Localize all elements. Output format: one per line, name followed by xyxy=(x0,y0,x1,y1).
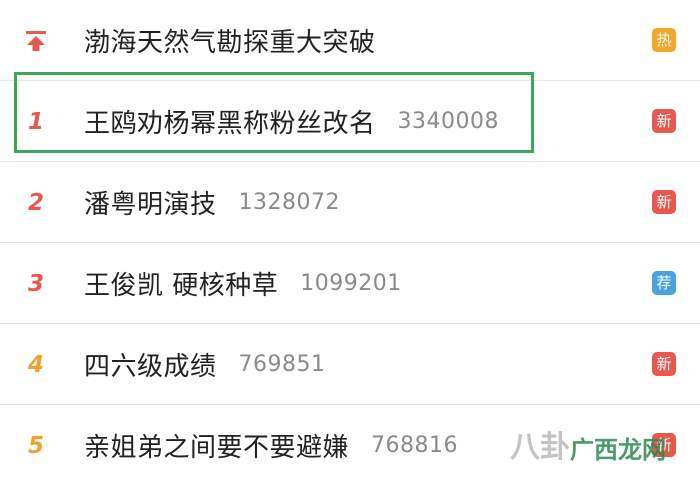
item-title-row: 渤海天然气勘探重大突破 xyxy=(84,0,376,81)
rank-number: 1 xyxy=(27,108,44,135)
item-title-row: 潘粤明演技 1328072 xyxy=(84,162,340,243)
item-title-row: 王鸥劝杨幂黑称粉丝改名 3340008 xyxy=(84,81,499,162)
hot-badge: 热 xyxy=(652,28,676,52)
item-title[interactable]: 渤海天然气勘探重大突破 xyxy=(84,22,376,59)
item-count: 1328072 xyxy=(238,190,340,215)
list-item[interactable]: 渤海天然气勘探重大突破 热 xyxy=(0,0,700,81)
item-count: 1099201 xyxy=(300,271,402,296)
item-title[interactable]: 四六级成绩 xyxy=(84,346,217,383)
new-badge: 新 xyxy=(652,352,676,376)
rank-number: 5 xyxy=(27,432,44,459)
rank-number: 4 xyxy=(27,351,44,378)
item-count: 768816 xyxy=(371,433,458,458)
item-title-row: 亲姐弟之间要不要避嫌 768816 xyxy=(84,405,458,486)
recommend-badge: 荐 xyxy=(652,271,676,295)
rank-number: 3 xyxy=(27,270,44,297)
list-item[interactable]: 4 四六级成绩 769851 新 xyxy=(0,324,700,405)
item-title[interactable]: 王俊凯 硬核种草 xyxy=(84,265,278,302)
list-item[interactable]: 2 潘粤明演技 1328072 新 xyxy=(0,162,700,243)
item-title-row: 王俊凯 硬核种草 1099201 xyxy=(84,243,402,324)
rank-number: 2 xyxy=(27,189,44,216)
new-badge: 新 xyxy=(652,109,676,133)
item-count: 3340008 xyxy=(397,109,499,134)
list-item[interactable]: 5 亲姐弟之间要不要避嫌 768816 新 xyxy=(0,405,700,486)
item-count: 769851 xyxy=(238,352,326,377)
item-title[interactable]: 亲姐弟之间要不要避嫌 xyxy=(84,427,349,464)
item-title[interactable]: 王鸥劝杨幂黑称粉丝改名 xyxy=(84,103,376,140)
pin-top-icon xyxy=(18,0,54,81)
new-badge: 新 xyxy=(652,433,676,457)
new-badge: 新 xyxy=(652,190,676,214)
hot-search-list: 渤海天然气勘探重大突破 热 1 王鸥劝杨幂黑称粉丝改名 3340008 新 2 … xyxy=(0,0,700,486)
item-title-row: 四六级成绩 769851 xyxy=(84,324,326,405)
item-title[interactable]: 潘粤明演技 xyxy=(84,184,217,221)
list-item[interactable]: 1 王鸥劝杨幂黑称粉丝改名 3340008 新 xyxy=(0,81,700,162)
list-item[interactable]: 3 王俊凯 硬核种草 1099201 荐 xyxy=(0,243,700,324)
